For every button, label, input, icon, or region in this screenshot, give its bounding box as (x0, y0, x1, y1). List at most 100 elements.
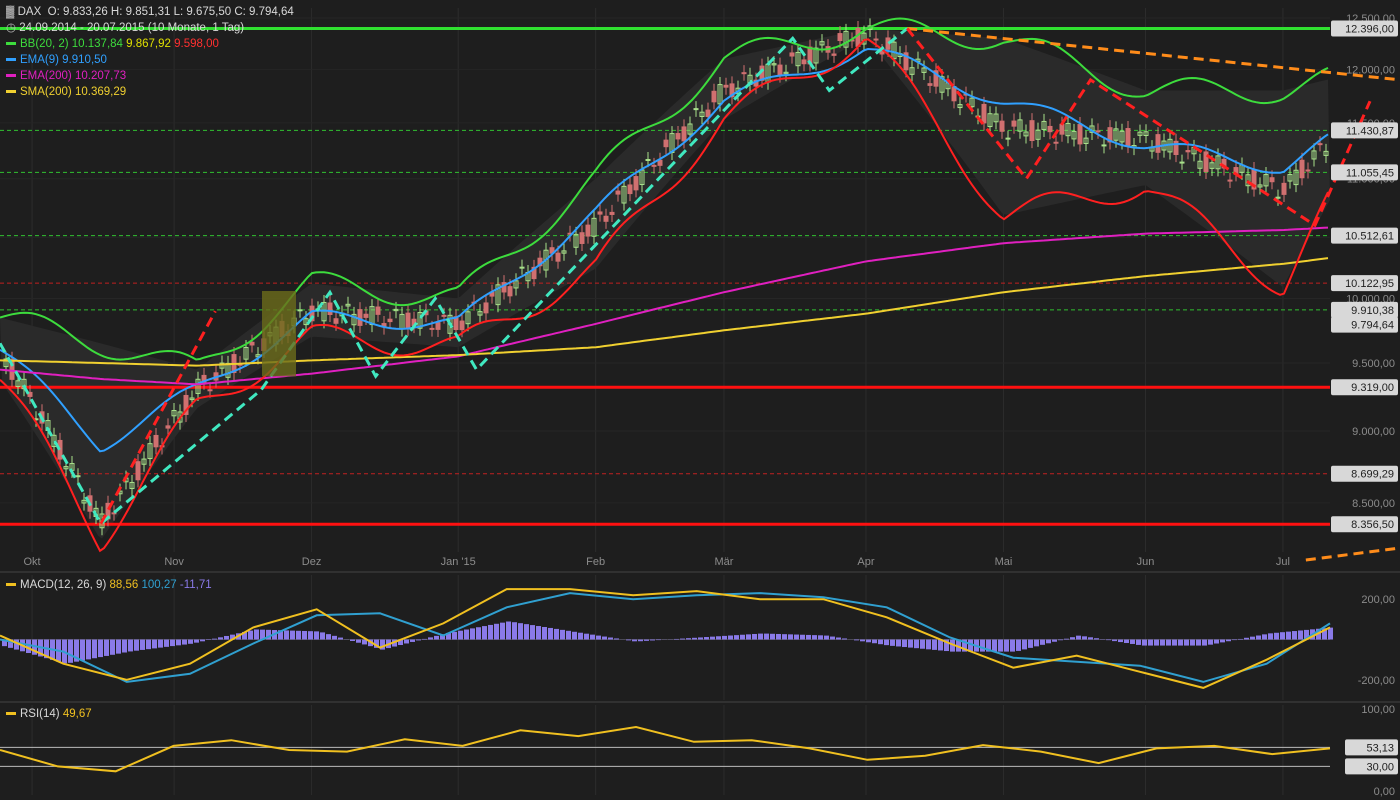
price-label-text: 8.356,50 (1351, 519, 1394, 531)
candle-body (135, 461, 141, 481)
macd-histogram-bar (1298, 630, 1303, 640)
macd-histogram-bar (452, 631, 457, 640)
macd-histogram-bar (602, 636, 607, 640)
macd-histogram-bar (128, 639, 133, 652)
price-label-text: 8.699,29 (1351, 469, 1394, 481)
macd-value: 88,56 (109, 579, 139, 591)
macd-histogram-bar (776, 633, 781, 640)
macd-histogram-bar (710, 636, 715, 640)
macd-histogram-bar (758, 633, 763, 640)
macd-histogram-bar (188, 639, 193, 644)
macd-histogram-bar (836, 637, 841, 640)
candle-body (555, 252, 561, 262)
macd-histogram-bar (350, 639, 355, 642)
rsi-label: RSI(14) (20, 708, 60, 720)
macd-histogram-bar (194, 639, 199, 643)
macd-histogram-bar (512, 622, 517, 640)
macd-histogram-bar (626, 639, 631, 641)
candle-body (297, 309, 303, 312)
candle-body (1053, 141, 1059, 144)
macd-histogram-bar (1124, 639, 1129, 644)
macd-histogram-bar (1106, 639, 1111, 641)
macd-histogram-bar (596, 635, 601, 640)
macd-histogram-bar (866, 639, 871, 643)
macd-histogram-bar (1214, 639, 1219, 644)
indicator-legend-row: EMA(200) 10.207,73 (6, 68, 219, 84)
macd-y-tick-label: -200,00 (1358, 675, 1395, 687)
macd-legend: MACD(12, 26, 9) 88,56 100,27 -11,71 (6, 577, 212, 593)
macd-histogram-bar (1208, 639, 1213, 645)
candle-body (249, 341, 255, 346)
x-tick-label: Feb (586, 556, 605, 568)
price-label-text: 10.122,95 (1345, 278, 1394, 290)
macd-histogram-bar (1196, 639, 1201, 646)
macd-histogram-bar (1184, 639, 1189, 646)
indicator-legend-row: SMA(200) 10.369,29 (6, 84, 219, 100)
indicator-value: 9.867,92 (126, 38, 175, 50)
indicator-value: 10.369,29 (74, 86, 127, 98)
macd-histogram-bar (632, 639, 637, 642)
candle-body (651, 164, 657, 167)
price-label-text: 9.794,64 (1351, 320, 1394, 332)
macd-histogram-bar (680, 638, 685, 640)
candle-body (597, 211, 603, 215)
macd-histogram-bar (104, 639, 109, 656)
macd-histogram-bar (980, 639, 985, 652)
macd-histogram-bar (428, 637, 433, 640)
macd-histogram-bar (68, 639, 73, 663)
macd-histogram-bar (176, 639, 181, 646)
price-label-text: 10.512,61 (1345, 231, 1394, 243)
macd-histogram-bar (302, 630, 307, 640)
x-tick-label: Nov (164, 556, 184, 568)
macd-histogram-bar (530, 625, 535, 640)
macd-histogram-bar (920, 639, 925, 649)
candle-body (1185, 150, 1191, 153)
candle-body (1281, 182, 1287, 195)
macd-histogram-bar (1094, 638, 1099, 640)
legend-swatch (6, 74, 16, 78)
chart-icon: ▓ (6, 6, 15, 18)
macd-histogram-bar (560, 629, 565, 640)
macd-histogram-bar (458, 630, 463, 640)
macd-histogram-bar (488, 624, 493, 640)
macd-histogram-bar (1244, 637, 1249, 640)
rsi-legend: RSI(14) 49,67 (6, 706, 92, 722)
x-tick-label: Jan '15 (441, 556, 476, 568)
price-panel: Okt Nov Dez Jan '15 Feb Mär Apr Mai Jun Jul12.500… (0, 8, 1400, 703)
candle-body (1155, 134, 1161, 153)
macd-histogram-bar (1220, 639, 1225, 643)
macd-histogram-bar (746, 634, 751, 640)
macd-histogram-bar (704, 637, 709, 640)
candle-body (75, 475, 81, 478)
candle-body (615, 190, 621, 195)
macd-histogram-bar (1034, 639, 1039, 647)
candle-body (1047, 125, 1053, 133)
macd-histogram-bar (248, 630, 253, 640)
macd-histogram-bar (830, 636, 835, 640)
indicator-line-sma200 (0, 257, 1329, 367)
macd-histogram-bar (98, 639, 103, 658)
macd-histogram-bar (818, 635, 823, 640)
candle-body (981, 103, 987, 124)
macd-histogram-bar (800, 634, 805, 640)
x-tick-label: Mär (714, 556, 733, 568)
macd-histogram-bar (998, 639, 1003, 652)
date-range: ◷ 24.09.2014 - 20.07.2015 (10 Monate, 1 … (6, 20, 244, 36)
macd-histogram-bar (1172, 639, 1177, 646)
macd-histogram-bar (656, 639, 661, 641)
macd-histogram-bar (716, 636, 721, 640)
macd-histogram-bar (1040, 639, 1045, 645)
macd-histogram-bar (614, 638, 619, 640)
candle-body (153, 434, 159, 448)
price-label-text: 11.055,45 (1346, 167, 1394, 179)
ohlc-readout: O: 9.833,26 H: 9.851,31 L: 9.675,50 C: 9… (47, 6, 294, 18)
candle-body (1059, 123, 1065, 135)
macd-histogram-bar (734, 635, 739, 640)
candle-body (927, 83, 933, 86)
macd-histogram-bar (1190, 639, 1195, 646)
macd-histogram-bar (134, 639, 139, 651)
macd-histogram-bar (1280, 632, 1285, 640)
indicator-value: 9.910,50 (62, 54, 107, 66)
macd-histogram-bar (578, 632, 583, 640)
macd-histogram-bar (1274, 632, 1279, 640)
